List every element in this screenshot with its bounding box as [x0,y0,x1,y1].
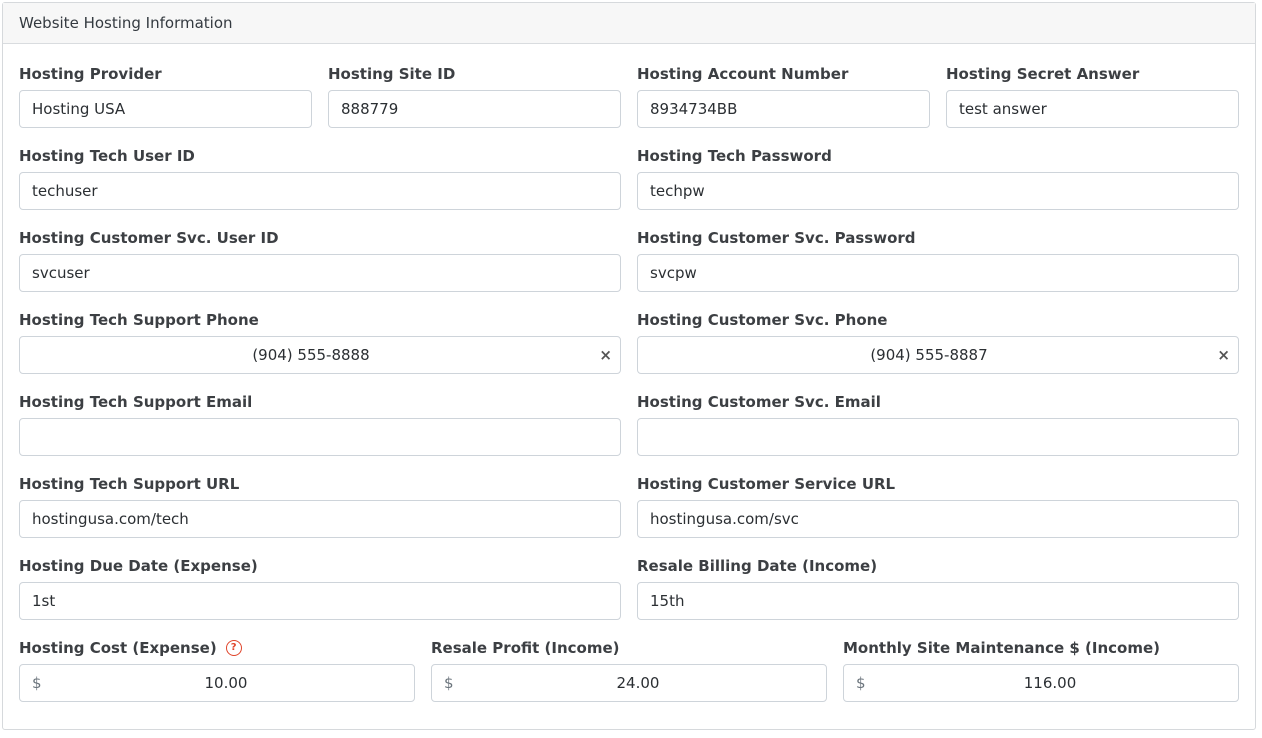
row-tech-credentials: Hosting Tech User ID techuser Hosting Te… [19,146,1239,210]
billing-date-group: Resale Billing Date (Income) 15th [637,556,1239,620]
hosting-cost-group: Hosting Cost (Expense) ? $ 10.00 [19,638,415,702]
resale-profit-input[interactable]: $ 24.00 [431,664,827,702]
hosting-provider-label: Hosting Provider [19,65,162,83]
svc-phone-group: Hosting Customer Svc. Phone (904) 555-88… [637,310,1239,374]
resale-profit-value: 24.00 [616,674,660,692]
tech-phone-input[interactable]: (904) 555-8888 × [19,336,621,374]
svc-url-group: Hosting Customer Service URL hostingusa.… [637,474,1239,538]
billing-date-input[interactable]: 15th [637,582,1239,620]
maintenance-label: Monthly Site Maintenance $ (Income) [843,639,1161,657]
row-svc-credentials: Hosting Customer Svc. User ID svcuser Ho… [19,228,1239,292]
tech-phone-value: (904) 555-8888 [252,346,370,364]
tech-email-label: Hosting Tech Support Email [19,393,253,411]
hosting-provider-input[interactable]: Hosting USA [19,90,312,128]
tech-user-group: Hosting Tech User ID techuser [19,146,621,210]
tech-url-input[interactable]: hostingusa.com/tech [19,500,621,538]
maintenance-group: Monthly Site Maintenance $ (Income) $ 11… [843,638,1239,702]
tech-password-group: Hosting Tech Password techpw [637,146,1239,210]
svc-url-input[interactable]: hostingusa.com/svc [637,500,1239,538]
svc-password-group: Hosting Customer Svc. Password svcpw [637,228,1239,292]
svc-user-input[interactable]: svcuser [19,254,621,292]
row-hosting-ids: Hosting Provider Hosting USA Hosting Sit… [19,64,1239,128]
hosting-secret-answer-group: Hosting Secret Answer test answer [946,64,1239,128]
svc-email-label: Hosting Customer Svc. Email [637,393,881,411]
svc-email-input[interactable] [637,418,1239,456]
currency-symbol: $ [32,674,42,692]
currency-symbol: $ [444,674,454,692]
svc-user-group: Hosting Customer Svc. User ID svcuser [19,228,621,292]
hosting-account-number-label: Hosting Account Number [637,65,849,83]
row-dates: Hosting Due Date (Expense) 1st Resale Bi… [19,556,1239,620]
tech-password-label: Hosting Tech Password [637,147,832,165]
svc-password-label: Hosting Customer Svc. Password [637,229,916,247]
hosting-cost-label-row: Hosting Cost (Expense) ? [19,638,415,658]
tech-password-input[interactable]: techpw [637,172,1239,210]
hosting-cost-value: 10.00 [204,674,248,692]
billing-date-label: Resale Billing Date (Income) [637,557,878,575]
clear-icon[interactable]: × [599,337,612,373]
svc-url-label: Hosting Customer Service URL [637,475,896,493]
maintenance-value: 116.00 [1023,674,1077,692]
hosting-site-id-input[interactable]: 888779 [328,90,621,128]
tech-email-group: Hosting Tech Support Email [19,392,621,456]
help-icon[interactable]: ? [225,640,242,656]
hosting-site-id-group: Hosting Site ID 888779 [328,64,621,128]
row-money: Hosting Cost (Expense) ? $ 10.00 Resale … [19,638,1239,702]
hosting-secret-answer-label: Hosting Secret Answer [946,65,1140,83]
row-phones: Hosting Tech Support Phone (904) 555-888… [19,310,1239,374]
tech-url-label: Hosting Tech Support URL [19,475,240,493]
row-urls: Hosting Tech Support URL hostingusa.com/… [19,474,1239,538]
svc-user-label: Hosting Customer Svc. User ID [19,229,279,247]
due-date-label: Hosting Due Date (Expense) [19,557,258,575]
svc-phone-label: Hosting Customer Svc. Phone [637,311,888,329]
hosting-site-id-label: Hosting Site ID [328,65,456,83]
due-date-group: Hosting Due Date (Expense) 1st [19,556,621,620]
svc-password-input[interactable]: svcpw [637,254,1239,292]
clear-icon[interactable]: × [1217,337,1230,373]
svc-phone-value: (904) 555-8887 [870,346,988,364]
row-emails: Hosting Tech Support Email Hosting Custo… [19,392,1239,456]
resale-profit-group: Resale Profit (Income) $ 24.00 [431,638,827,702]
svc-phone-input[interactable]: (904) 555-8887 × [637,336,1239,374]
tech-user-input[interactable]: techuser [19,172,621,210]
tech-phone-group: Hosting Tech Support Phone (904) 555-888… [19,310,621,374]
resale-profit-label: Resale Profit (Income) [431,639,620,657]
panel-title: Website Hosting Information [3,3,1255,44]
hosting-account-number-group: Hosting Account Number 8934734BB [637,64,930,128]
hosting-provider-group: Hosting Provider Hosting USA [19,64,312,128]
due-date-input[interactable]: 1st [19,582,621,620]
svc-email-group: Hosting Customer Svc. Email [637,392,1239,456]
tech-user-label: Hosting Tech User ID [19,147,195,165]
currency-symbol: $ [856,674,866,692]
maintenance-input[interactable]: $ 116.00 [843,664,1239,702]
hosting-secret-answer-input[interactable]: test answer [946,90,1239,128]
hosting-account-number-input[interactable]: 8934734BB [637,90,930,128]
hosting-cost-label: Hosting Cost (Expense) [19,639,217,657]
tech-email-input[interactable] [19,418,621,456]
tech-phone-label: Hosting Tech Support Phone [19,311,259,329]
tech-url-group: Hosting Tech Support URL hostingusa.com/… [19,474,621,538]
website-hosting-panel: Website Hosting Information Hosting Prov… [2,2,1256,730]
hosting-cost-input[interactable]: $ 10.00 [19,664,415,702]
